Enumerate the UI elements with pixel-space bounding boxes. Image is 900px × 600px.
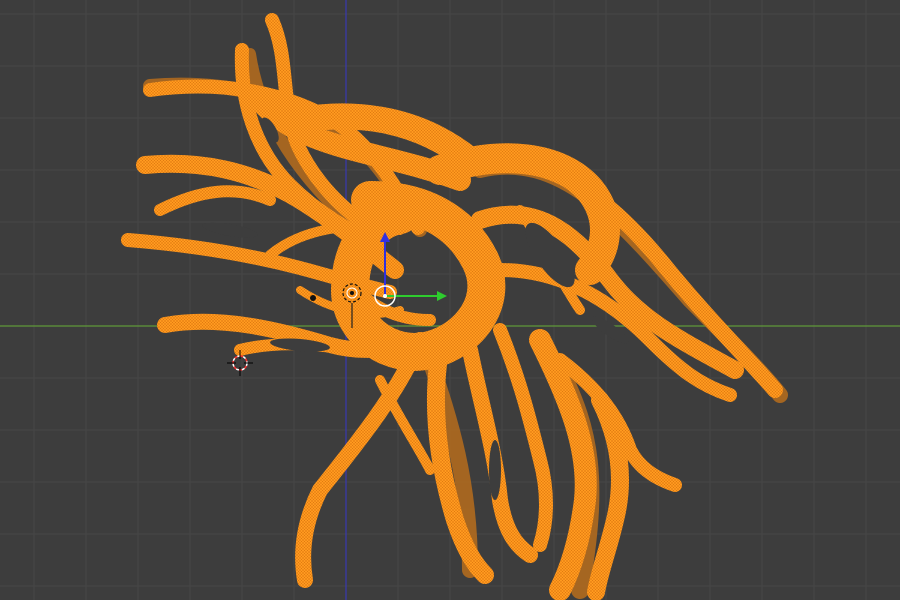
pivot-point-icon[interactable] xyxy=(342,283,362,328)
vertex-dot xyxy=(310,295,316,301)
3d-cursor-icon[interactable] xyxy=(227,350,253,376)
viewport-overlay xyxy=(227,232,447,376)
3d-viewport[interactable] xyxy=(0,0,900,600)
transform-gizmo-icon[interactable] xyxy=(374,232,447,307)
